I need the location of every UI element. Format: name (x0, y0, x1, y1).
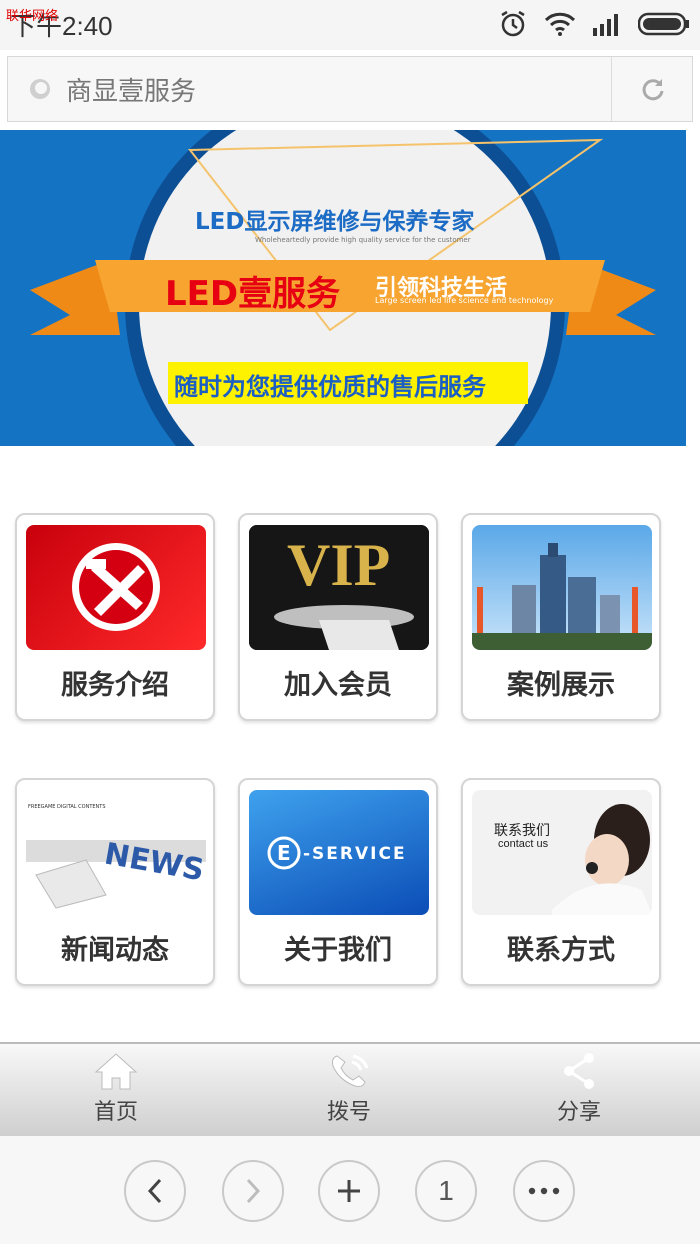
banner-ribbon-small: Large screen led life science and techno… (375, 296, 554, 305)
card-image: 联系我们 contact us (472, 790, 652, 915)
more-button[interactable] (513, 1160, 575, 1222)
tabs-button[interactable]: 1 (415, 1160, 477, 1222)
share-icon (564, 1053, 594, 1089)
dial-label: 拨号 (326, 1100, 371, 1125)
back-button[interactable] (124, 1160, 186, 1222)
card-service-intro[interactable]: 服务介绍 (15, 513, 215, 721)
card-cases[interactable]: 案例展示 (461, 513, 661, 721)
e-service-text: -SERVICE (303, 844, 407, 864)
card-label: 服务介绍 (61, 670, 169, 701)
dial-button[interactable]: 拨号 (289, 1052, 409, 1132)
card-label: 联系方式 (507, 935, 615, 966)
card-image: E -SERVICE (249, 790, 429, 915)
status-icons (498, 8, 690, 40)
plus-icon (338, 1180, 360, 1202)
phone-icon (332, 1054, 369, 1087)
bottom-toolbar: 首页 拨号 分享 (0, 1042, 700, 1136)
card-label: 新闻动态 (61, 935, 169, 966)
banner-bottom-text: 随时为您提供优质的售后服务 (174, 373, 486, 401)
home-label: 首页 (93, 1100, 138, 1125)
card-about-us[interactable]: E -SERVICE 关于我们 (238, 778, 438, 986)
banner-headline: LED显示屏维修与保养专家 (195, 209, 475, 235)
share-button[interactable]: 分享 (519, 1052, 639, 1132)
divider (611, 57, 612, 121)
operator-image (552, 804, 652, 915)
banner-subline: Wholeheartedly provide high quality serv… (255, 236, 471, 244)
share-label: 分享 (556, 1100, 601, 1125)
contact-small-text: contact us (498, 838, 549, 850)
city-skyline-image (472, 543, 652, 650)
news-small-text: FREEGAME DIGITAL CONTENTS (28, 804, 106, 810)
tools-icon (72, 543, 160, 631)
address-bar[interactable]: 商显壹服务 (7, 56, 693, 122)
reload-icon[interactable] (640, 76, 666, 102)
more-dots-icon (528, 1187, 560, 1195)
home-icon (94, 1053, 138, 1090)
watermark-text: 联华网络 (6, 9, 59, 24)
card-image (26, 525, 206, 650)
card-label: 加入会员 (284, 670, 392, 701)
page-title-field[interactable]: 商显壹服务 (66, 71, 196, 108)
browser-nav: 1 (0, 1136, 700, 1244)
card-label: 案例展示 (507, 670, 615, 701)
wifi-icon (544, 12, 576, 36)
battery-icon (638, 12, 689, 36)
signal-icon (593, 14, 618, 36)
banner-ribbon-main: LED壹服务 (165, 274, 341, 314)
home-button[interactable]: 首页 (56, 1052, 176, 1132)
vip-text: VIP (287, 532, 391, 598)
status-bar: 下午2:40 联华网络 (0, 0, 700, 50)
e-letter: E (277, 841, 291, 865)
card-label: 关于我们 (284, 935, 392, 966)
tabs-count: 1 (438, 1175, 454, 1206)
card-news[interactable]: FREEGAME DIGITAL CONTENTS NEWS 新闻动态 (15, 778, 215, 986)
forward-button[interactable] (222, 1160, 284, 1222)
new-tab-button[interactable] (318, 1160, 380, 1222)
banner[interactable]: LED显示屏维修与保养专家 Wholeheartedly provide hig… (0, 130, 686, 446)
card-image: VIP (249, 525, 429, 650)
card-image (472, 525, 652, 650)
chevron-left-icon (147, 1178, 162, 1204)
chevron-right-icon (246, 1178, 261, 1204)
card-image: FREEGAME DIGITAL CONTENTS NEWS (26, 790, 206, 915)
site-icon (30, 79, 50, 99)
alarm-icon (501, 10, 525, 37)
contact-text: 联系我们 (494, 823, 550, 839)
card-contact[interactable]: 联系我们 contact us 联系方式 (461, 778, 661, 986)
card-join-member[interactable]: VIP 加入会员 (238, 513, 438, 721)
